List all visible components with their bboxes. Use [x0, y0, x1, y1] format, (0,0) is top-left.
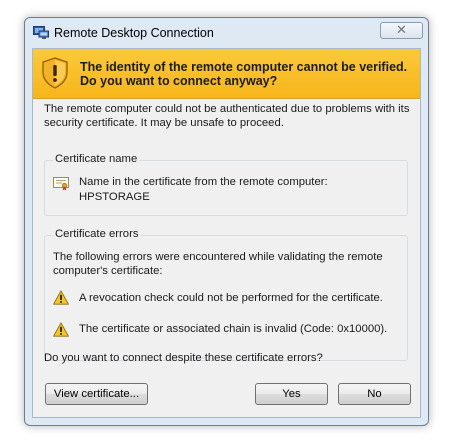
dialog-content: The identity of the remote computer cann… — [32, 48, 421, 418]
certificate-name-legend: Certificate name — [53, 153, 140, 165]
view-certificate-button[interactable]: View certificate... — [45, 383, 148, 405]
certificate-error-item: The certificate or associated chain is i… — [79, 323, 388, 335]
intro-text: The remote computer could not be authent… — [44, 103, 410, 129]
certificate-name-value: HPSTORAGE — [79, 191, 150, 203]
no-button[interactable]: No — [338, 383, 411, 405]
certificate-errors-group: Certificate errors The following errors … — [44, 228, 408, 361]
certificate-error-item: A revocation check could not be performe… — [79, 292, 383, 304]
security-shield-warning-icon — [42, 57, 68, 89]
warning-icon — [53, 290, 69, 305]
certificate-name-group: Certificate name Name in the certificate… — [44, 153, 408, 216]
close-icon: ✕ — [396, 23, 407, 38]
warning-banner-text: The identity of the remote computer cann… — [80, 60, 408, 88]
title-bar[interactable]: Remote Desktop Connection ✕ — [25, 18, 428, 48]
certificate-errors-legend: Certificate errors — [53, 228, 141, 240]
certificate-name-label: Name in the certificate from the remote … — [79, 176, 328, 188]
warning-banner: The identity of the remote computer cann… — [33, 49, 420, 99]
connect-question: Do you want to connect despite these cer… — [44, 352, 323, 364]
certificate-errors-description: The following errors were encountered wh… — [53, 251, 383, 277]
window-title: Remote Desktop Connection — [54, 26, 214, 40]
yes-button[interactable]: Yes — [255, 383, 328, 405]
close-button[interactable]: ✕ — [380, 22, 423, 39]
certificate-icon — [53, 177, 69, 191]
warning-icon — [53, 322, 69, 337]
dialog-window: Remote Desktop Connection ✕ The identity… — [24, 17, 429, 426]
remote-desktop-icon — [33, 26, 49, 39]
